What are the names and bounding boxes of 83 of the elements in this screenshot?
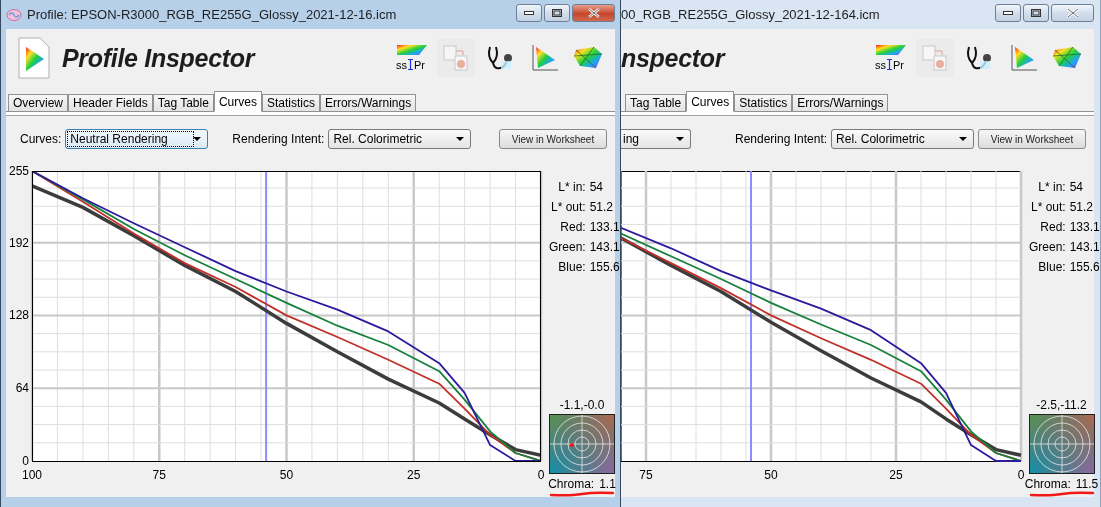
readout-value: 51.2 [1069,200,1095,214]
axis-label: 0 [1017,468,1025,482]
readout-value: 143.1 [1069,240,1100,254]
underline-stroke [550,491,614,497]
axis-label: 75 [152,468,166,482]
maximize-icon [552,9,562,17]
maximize-button[interactable] [1023,4,1049,22]
readout-value: 143.1 [589,240,620,254]
readout-value: 155.6 [1069,260,1100,274]
chroma-ab-value: -1.1,-0.0 [559,398,605,412]
readout-label: Red: [559,220,586,234]
axis-label: 100 [22,468,42,482]
tab[interactable]: Curves [686,91,735,112]
maximize-button[interactable] [544,4,570,22]
tab[interactable]: Curves [213,91,262,112]
dropdown-caret-icon [959,137,968,141]
axis-label: 50 [764,468,778,482]
chroma-label: Chroma: [548,477,595,491]
rendering-intent-dropdown[interactable]: Rel. Colorimetric [328,129,472,149]
axis-label: 75 [639,468,653,482]
dropdown-caret-icon [456,137,465,141]
dropdown-caret-icon [676,137,684,141]
app-icon [6,6,22,23]
tab[interactable]: Statistics [261,94,320,112]
app-heading: nspector [621,43,725,73]
curves-label: Curves: [20,132,62,146]
close-button[interactable] [1051,4,1094,22]
axis-label: 128 [8,308,29,323]
readout-label: Blue: [1037,260,1066,274]
readout-label: Green: [549,240,586,254]
axis-label: 0 [22,454,29,468]
tab[interactable]: Statistics [734,94,793,112]
axis-label: 192 [8,235,29,250]
tab[interactable]: Errors/Warnings [319,94,417,112]
axis-label: 25 [889,468,903,482]
axis-label: 64 [15,381,29,396]
minimize-button[interactable] [516,4,542,22]
axis-label: 25 [407,468,421,482]
dropdown-caret-icon [193,137,202,141]
close-icon [1066,8,1079,18]
tab[interactable]: Tag Table [152,94,214,112]
minimize-button[interactable] [995,4,1021,22]
rendering-intent-label: Rendering Intent: [735,132,828,146]
tab[interactable]: Overview [8,94,68,112]
readout-label: Red: [1039,220,1066,234]
tab[interactable]: Tag Table [625,94,687,112]
window-title: 00_RGB_RE255G_Glossy_2021-12-164.icm [621,7,880,22]
curves-dropdown[interactable]: Neutral Rendering [65,129,209,149]
tab[interactable]: Errors/Warnings [792,94,889,112]
chroma-value: 1.1 [599,477,616,491]
window-title: Profile: EPSON-R3000_RGB_RE255G_Glossy_2021-12-16.icm [27,7,397,22]
readout-value: 133.1 [589,220,620,234]
rendering-intent-dropdown[interactable]: Rel. Colorimetric [831,129,975,149]
readout-label: Blue: [557,260,586,274]
minimize-icon [524,11,534,15]
close-icon [587,8,600,18]
curves-dropdown[interactable]: ing [621,129,691,149]
chroma-value: 11.5 [1075,477,1099,491]
readout-label: L* out: [1030,200,1066,214]
tab[interactable]: Header Fields [68,94,153,112]
chroma-ab-value: -2.5,-11.2 [1036,398,1087,412]
cursor-line[interactable] [265,171,268,461]
view-in-worksheet-button[interactable]: View in Worksheet [499,129,607,149]
readout-value: 155.6 [589,260,620,274]
axis-label: 255 [8,164,29,178]
axis-label: 50 [279,468,294,482]
app-heading: Profile Inspector [62,43,255,73]
underline-stroke [1029,491,1094,497]
chroma-label: Chroma: [1024,477,1071,491]
readout-value: 51.2 [589,200,615,214]
rendering-intent-label: Rendering Intent: [232,132,325,146]
readout-value: 54 [589,180,605,194]
axis-label: 0 [537,468,545,482]
readout-label: L* out: [550,200,586,214]
view-in-worksheet-button[interactable]: View in Worksheet [978,129,1086,149]
minimize-icon [1003,11,1013,15]
readout-value: 54 [1069,180,1085,194]
readout-label: L* in: [557,180,586,194]
readout-label: L* in: [1037,180,1066,194]
maximize-icon [1031,9,1041,17]
logo-icon [18,37,50,79]
readout-value: 133.1 [1069,220,1100,234]
readout-label: Green: [1029,240,1066,254]
